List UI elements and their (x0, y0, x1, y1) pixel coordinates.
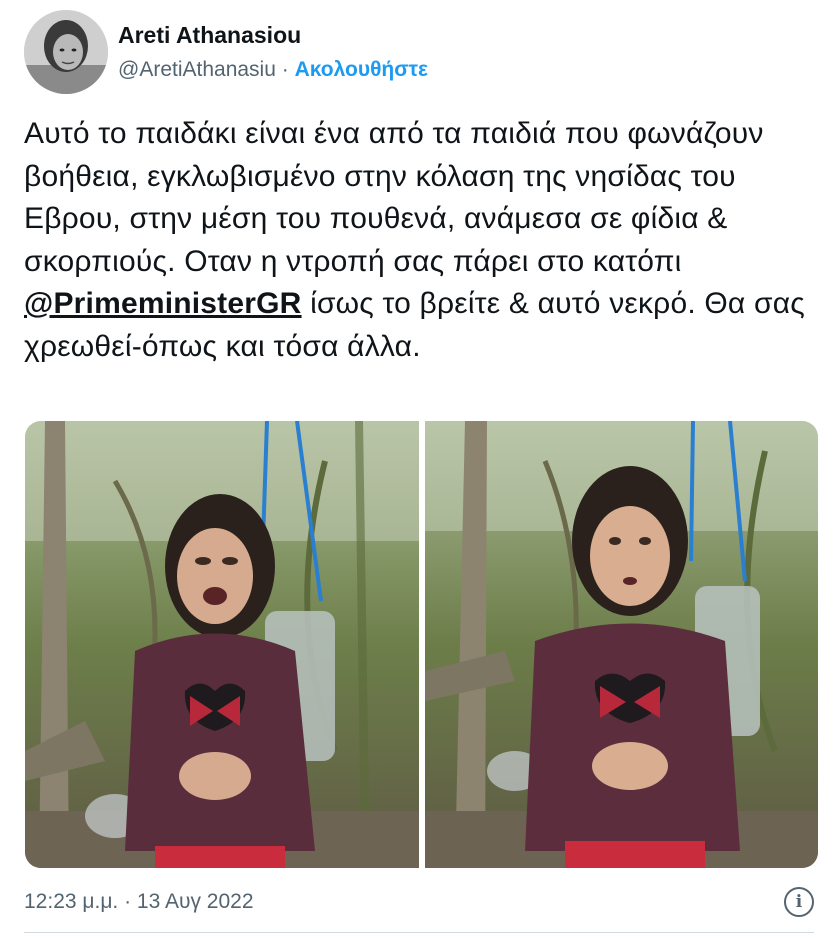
handle-separator: · (281, 58, 289, 81)
tweet-media (25, 421, 818, 868)
tweet-text-part-1: Αυτό το παιδάκι είναι ένα από τα παιδιά … (24, 117, 764, 278)
author-display-name[interactable]: Areti Athanasiou (118, 19, 428, 51)
info-icon[interactable]: i (784, 887, 814, 917)
mention-link[interactable]: @PrimeministerGR (24, 287, 302, 320)
author-names: Areti Athanasiou @AretiAthanasiu · Ακολο… (118, 19, 428, 85)
tweet-text: Αυτό το παιδάκι είναι ένα από τα παιδιά … (24, 113, 820, 368)
author-handle[interactable]: @AretiAthanasiu (118, 58, 276, 81)
tweet: Areti Athanasiou @AretiAthanasiu · Ακολο… (0, 0, 836, 936)
photo-crying-child (25, 421, 419, 868)
footer-divider (24, 932, 814, 933)
avatar[interactable] (24, 10, 108, 94)
avatar-image (24, 10, 108, 94)
tweet-footer: 12:23 μ.μ. · 13 Αυγ 2022 i (24, 884, 814, 920)
media-photo-2[interactable] (424, 421, 818, 868)
tweet-timestamp[interactable]: 12:23 μ.μ. · 13 Αυγ 2022 (24, 890, 254, 914)
media-photo-1[interactable] (25, 421, 419, 868)
author-handle-row: @AretiAthanasiu · Ακολουθήστε (118, 55, 428, 85)
follow-button[interactable]: Ακολουθήστε (295, 58, 428, 81)
photo-child-looking-up (424, 421, 818, 868)
tweet-header: Areti Athanasiou @AretiAthanasiu · Ακολο… (24, 10, 428, 94)
